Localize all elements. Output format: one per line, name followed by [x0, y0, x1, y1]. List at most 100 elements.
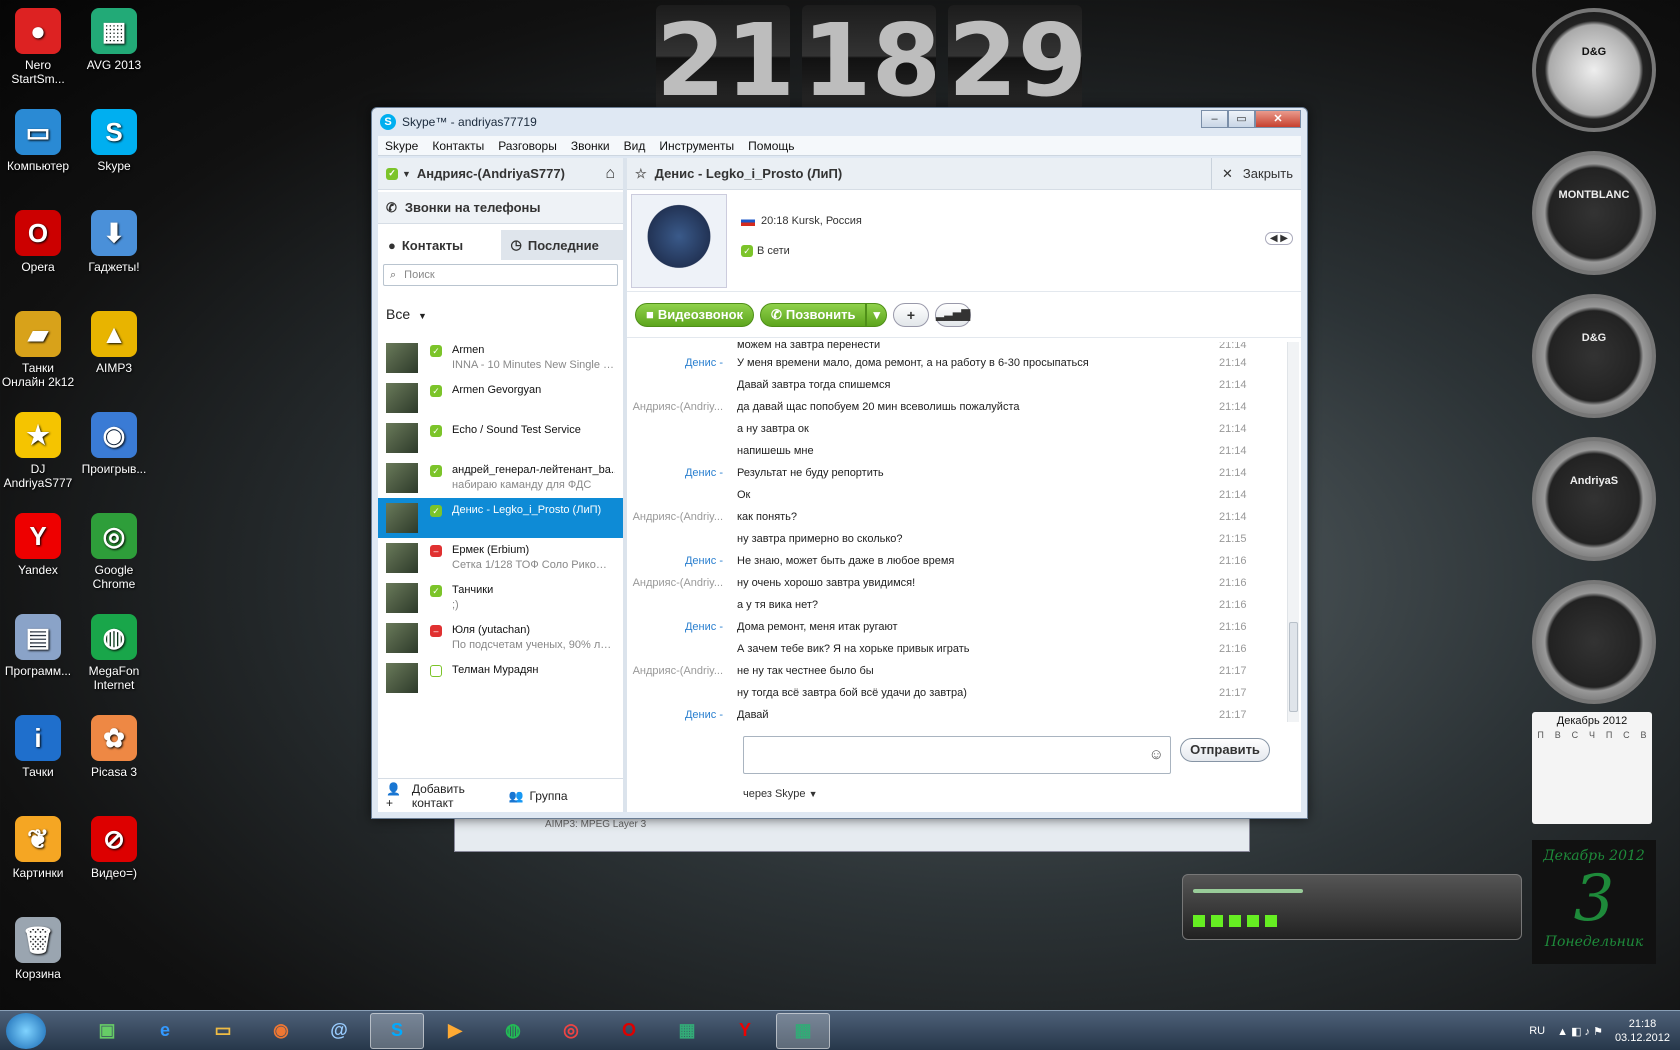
- contact-item[interactable]: ✓ Armen INNA - 10 Minutes New Single (R...: [378, 338, 623, 378]
- menu-item[interactable]: Skype: [378, 139, 425, 153]
- contact-item[interactable]: Телман Мурадян: [378, 658, 623, 698]
- clock-gadget[interactable]: D&G: [1532, 8, 1656, 132]
- menu-item[interactable]: Разговоры: [491, 139, 564, 153]
- tab-contacts[interactable]: ● Контакты: [378, 230, 501, 260]
- add-to-call-button[interactable]: +: [893, 302, 929, 327]
- desktop-icon[interactable]: ⊘ Видео=): [76, 812, 152, 880]
- minimize-button[interactable]: –: [1201, 110, 1228, 128]
- desktop-icon[interactable]: ▭ Компьютер: [0, 105, 76, 173]
- start-button[interactable]: [6, 1012, 46, 1049]
- my-profile-bar[interactable]: ✓ ▼ Андрияс-(AndriyaS777) ⌂: [378, 158, 623, 190]
- emoticon-icon[interactable]: ☺: [1149, 746, 1164, 763]
- clock-gadget[interactable]: MONTBLANC: [1532, 151, 1656, 275]
- contact-item[interactable]: ✓ Танчики;): [378, 578, 623, 618]
- search-input[interactable]: ⌕ Поиск: [383, 264, 618, 286]
- star-icon[interactable]: ☆: [635, 166, 647, 182]
- taskbar-app-icon[interactable]: Y: [718, 1013, 772, 1049]
- message-sender[interactable]: Денис -: [627, 709, 737, 721]
- profile-nav-arrows[interactable]: ◀ ▶: [1264, 232, 1293, 245]
- desktop-icon[interactable]: S Skype: [76, 105, 152, 173]
- pause-icon[interactable]: [1211, 915, 1223, 927]
- call-button[interactable]: ✆ Позвонить: [760, 302, 867, 327]
- tray-icons[interactable]: ▲ ◧ ♪ ⚑: [1557, 1025, 1603, 1038]
- taskbar-app-icon[interactable]: ▭: [196, 1013, 250, 1049]
- taskbar-app-icon[interactable]: ◍: [486, 1013, 540, 1049]
- desktop-icon[interactable]: ● Nero StartSm...: [0, 4, 76, 86]
- contact-item[interactable]: ✓ Echo / Sound Test Service: [378, 418, 623, 458]
- message-sender[interactable]: Денис -: [627, 555, 737, 567]
- taskbar-clock[interactable]: 21:18 03.12.2012: [1615, 1017, 1670, 1045]
- desktop-icon[interactable]: ◉ Проигрыв...: [76, 408, 152, 476]
- taskbar-app-icon[interactable]: ▣: [80, 1013, 134, 1049]
- message-sender[interactable]: Андрияс-(Andriy...: [627, 401, 737, 413]
- clock-gadget[interactable]: [1532, 580, 1656, 704]
- taskbar-app-icon[interactable]: O: [602, 1013, 656, 1049]
- message-sender[interactable]: Денис -: [627, 467, 737, 479]
- maximize-button[interactable]: ▭: [1228, 110, 1255, 128]
- home-icon[interactable]: ⌂: [605, 165, 615, 183]
- skype-titlebar[interactable]: S Skype™ - andriyas77719 – ▭ ✕: [372, 108, 1307, 136]
- chat-scrollbar[interactable]: [1287, 342, 1299, 722]
- clock-gadget[interactable]: AndriyaS: [1532, 437, 1656, 561]
- play-icon[interactable]: [1193, 915, 1205, 927]
- desktop-icon[interactable]: ▰ Танки Онлайн 2k12: [0, 307, 76, 389]
- menu-item[interactable]: Помощь: [741, 139, 801, 153]
- prev-icon[interactable]: [1229, 915, 1241, 927]
- message-sender[interactable]: Денис -: [627, 357, 737, 369]
- desktop-icon[interactable]: ❦ Картинки: [0, 812, 76, 880]
- contacts-filter-dropdown[interactable]: Все ▼: [386, 306, 623, 322]
- taskbar-app-icon[interactable]: ▶: [428, 1013, 482, 1049]
- stop-icon[interactable]: [1265, 915, 1277, 927]
- send-button[interactable]: Отправить: [1180, 738, 1270, 762]
- menu-item[interactable]: Контакты: [425, 139, 491, 153]
- desktop-icon[interactable]: ◍ MegaFon Internet: [76, 610, 152, 692]
- skype-window[interactable]: S Skype™ - andriyas77719 – ▭ ✕ Skype Конт…: [371, 107, 1308, 819]
- desktop-icon[interactable]: ◎ Google Chrome: [76, 509, 152, 591]
- message-sender[interactable]: Андрияс-(Andriy...: [627, 511, 737, 523]
- contact-item[interactable]: ✓ Armen Gevorgyan: [378, 378, 623, 418]
- send-via-dropdown[interactable]: через Skype ▼: [743, 788, 818, 800]
- chat-history[interactable]: можем на завтра перенести 21:14 Денис -У м…: [627, 342, 1289, 722]
- menu-item[interactable]: Звонки: [564, 139, 617, 153]
- video-call-button[interactable]: ■ Видеозвонок: [635, 302, 755, 327]
- scrollbar-thumb[interactable]: [1289, 622, 1298, 712]
- desktop-icon[interactable]: ▲ AIMP3: [76, 307, 152, 375]
- message-sender[interactable]: Андрияс-(Andriy...: [627, 665, 737, 677]
- aimp-player-gadget[interactable]: [1182, 874, 1522, 940]
- desktop-icon[interactable]: 🗑 Корзина: [0, 913, 76, 981]
- player-volume-bar[interactable]: [1193, 889, 1303, 893]
- message-sender[interactable]: Андрияс-(Andriy...: [627, 577, 737, 589]
- menu-item[interactable]: Инструменты: [652, 139, 741, 153]
- desktop-icon[interactable]: i Тачки: [0, 711, 76, 779]
- message-input[interactable]: ☺: [743, 736, 1171, 774]
- contact-item[interactable]: ✓ андрей_генерал-лейтенант_ba... набираю к…: [378, 458, 623, 498]
- contact-item[interactable]: ✓ Денис - Legko_i_Prosto (ЛиП): [378, 498, 623, 538]
- taskbar-app-icon[interactable]: ◉: [254, 1013, 308, 1049]
- menu-item[interactable]: Вид: [617, 139, 653, 153]
- contact-avatar[interactable]: [631, 194, 727, 288]
- contact-item[interactable]: – Ермек (Erbium) Сетка 1/128 ТОФ Соло Рико…: [378, 538, 623, 578]
- add-contact-button[interactable]: 👤+ Добавить контакт: [378, 782, 501, 810]
- desktop-icon[interactable]: ★ DJ AndriyaS777: [0, 408, 76, 490]
- group-button[interactable]: 👥 Группа: [501, 789, 624, 803]
- status-dropdown-icon[interactable]: ▼: [402, 169, 411, 179]
- my-status-icon[interactable]: ✓: [386, 167, 398, 180]
- tab-recent[interactable]: ◷ Последние: [500, 230, 623, 260]
- clock-gadget[interactable]: D&G: [1532, 294, 1656, 418]
- desktop-icon[interactable]: ▤ Программ...: [0, 610, 76, 678]
- taskbar-app-icon[interactable]: e: [138, 1013, 192, 1049]
- call-dropdown-button[interactable]: ▾: [866, 302, 887, 327]
- close-conversation-button[interactable]: ✕ Закрыть: [1211, 158, 1293, 189]
- desktop-icon[interactable]: ⬇ Гаджеты!: [76, 206, 152, 274]
- close-window-button[interactable]: ✕: [1255, 110, 1301, 128]
- call-phones-button[interactable]: ✆ Звонки на телефоны: [378, 192, 623, 224]
- contact-item[interactable]: – Юля (yutachan) По подсчетам ученых, 90% …: [378, 618, 623, 658]
- taskbar-app-icon[interactable]: ▦: [660, 1013, 714, 1049]
- desktop-icon[interactable]: O Opera: [0, 206, 76, 274]
- taskbar-app-icon[interactable]: ▦: [776, 1012, 830, 1049]
- message-sender[interactable]: Денис -: [627, 621, 737, 633]
- next-icon[interactable]: [1247, 915, 1259, 927]
- desktop-icon[interactable]: Y Yandex: [0, 509, 76, 577]
- language-indicator[interactable]: RU: [1529, 1025, 1545, 1037]
- taskbar-app-icon[interactable]: @: [312, 1013, 366, 1049]
